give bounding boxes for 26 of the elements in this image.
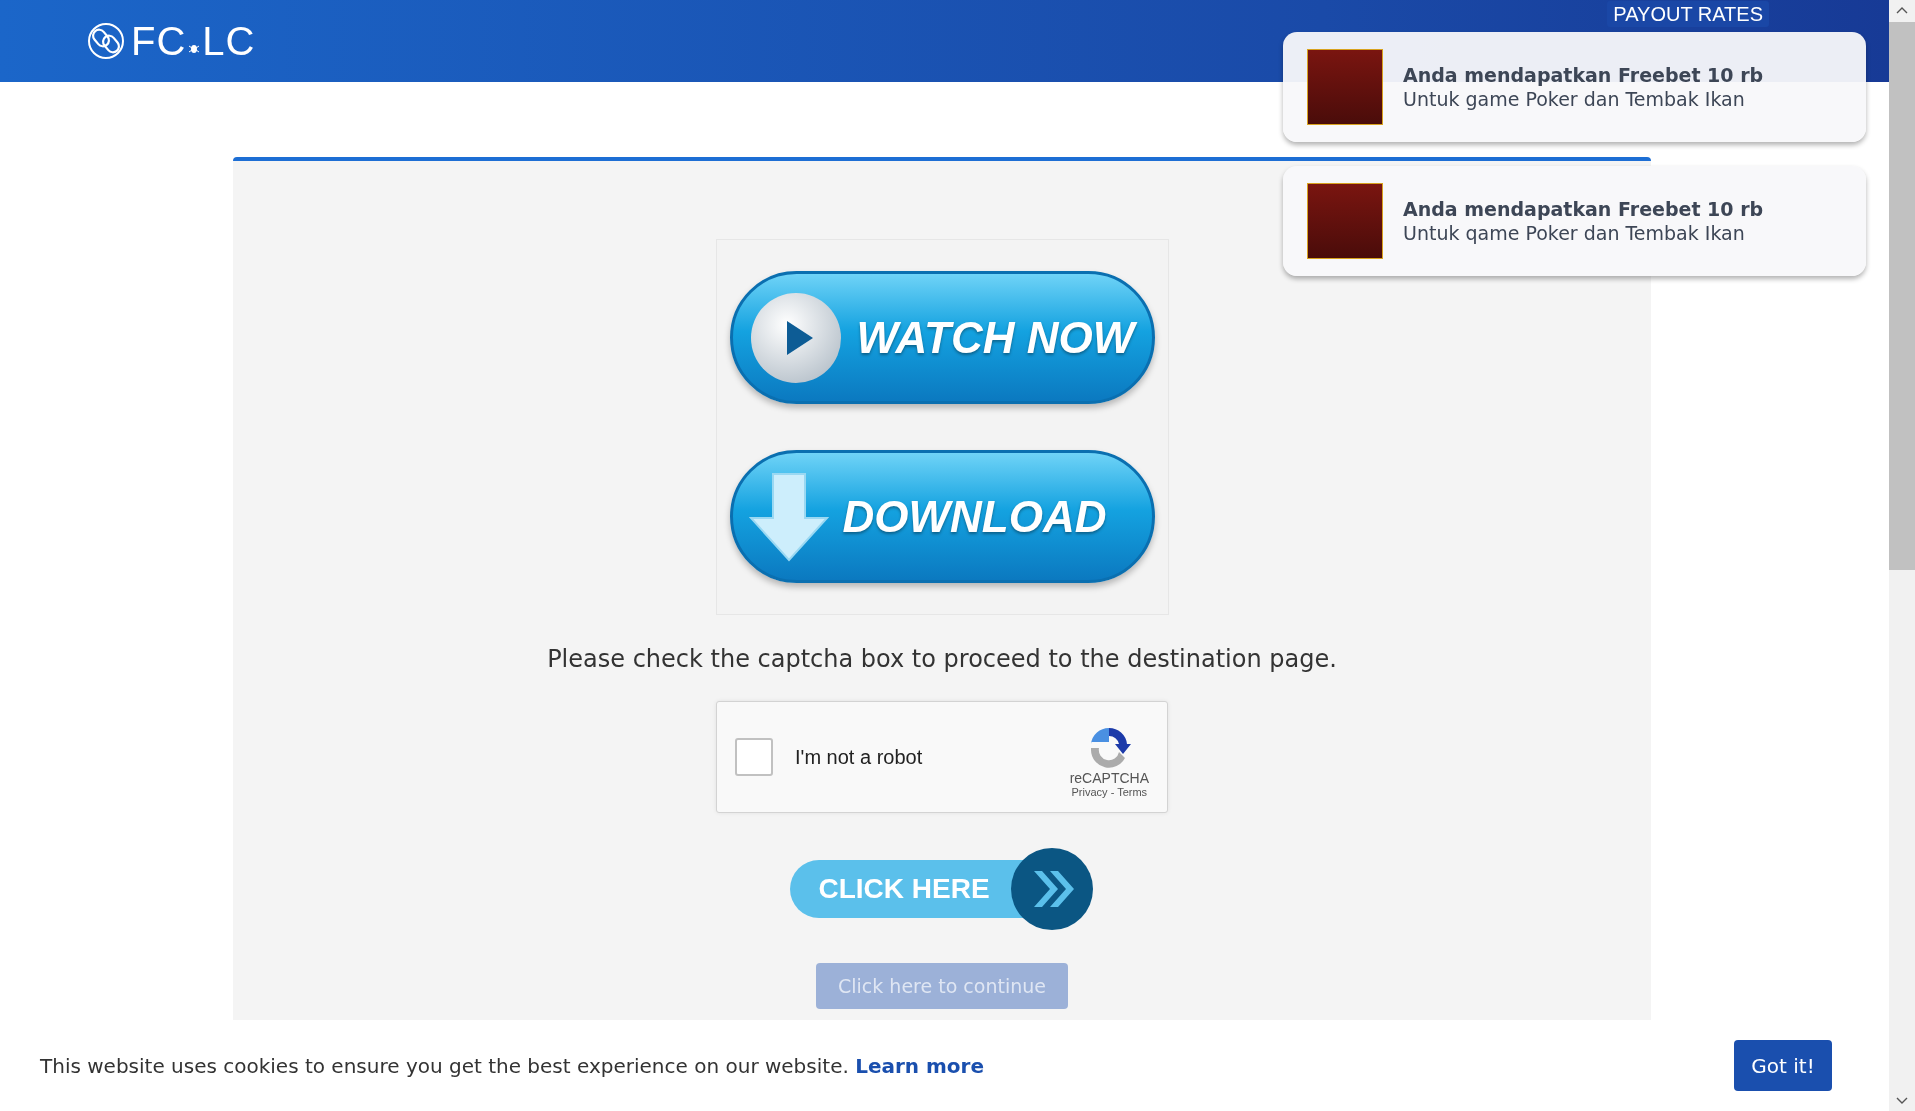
bug-icon	[188, 42, 201, 54]
scroll-up-icon[interactable]	[1896, 6, 1908, 14]
scrollbar[interactable]	[1889, 0, 1915, 1111]
logo-text: LC	[202, 18, 256, 64]
down-arrow-icon	[748, 471, 829, 562]
nav-link[interactable]: PAYOUT RATES	[1607, 1, 1769, 27]
instruction-text: Please check the captcha box to proceed to the destination page.	[547, 645, 1337, 673]
captcha-label: I'm not a robot	[795, 745, 923, 769]
learn-more-link[interactable]: Learn more	[855, 1053, 985, 1078]
double-chevron-icon	[1009, 847, 1094, 931]
scroll-down-icon[interactable]	[1896, 1097, 1908, 1105]
captcha-checkbox[interactable]	[735, 738, 773, 776]
notification-toast[interactable]: Anda mendapatkan Freebet 10 rb Untuk qame Poker dan Tembak Ikan	[1283, 166, 1866, 276]
notification-body: Untuk game Poker dan Tembak Ikan	[1403, 88, 1746, 110]
chain-link-icon	[87, 22, 125, 60]
got-it-button[interactable]: Got it!	[1734, 1040, 1832, 1091]
cookie-message: This website uses cookies to ensure you get the best experience on our website. Learn more	[40, 1053, 985, 1078]
notification-body: Untuk qame Poker dan Tembak Ikan	[1403, 222, 1746, 244]
privacy-terms-links[interactable]: Privacy - Terms	[1071, 786, 1148, 798]
logo-text: FC	[131, 18, 187, 64]
notification-title: Anda mendapatkan Freebet 10 rb	[1403, 64, 1764, 86]
notification-toast[interactable]: Anda mendapatkan Freebet 10 rb Untuk game Poker dan Tembak Ikan	[1283, 32, 1866, 142]
play-icon	[748, 290, 843, 385]
recaptcha-brand: reCAPTCHA	[1069, 770, 1149, 786]
scrollbar-thumb[interactable]	[1889, 22, 1915, 570]
notification-title: Anda mendapatkan Freebet 10 rb	[1403, 198, 1764, 220]
